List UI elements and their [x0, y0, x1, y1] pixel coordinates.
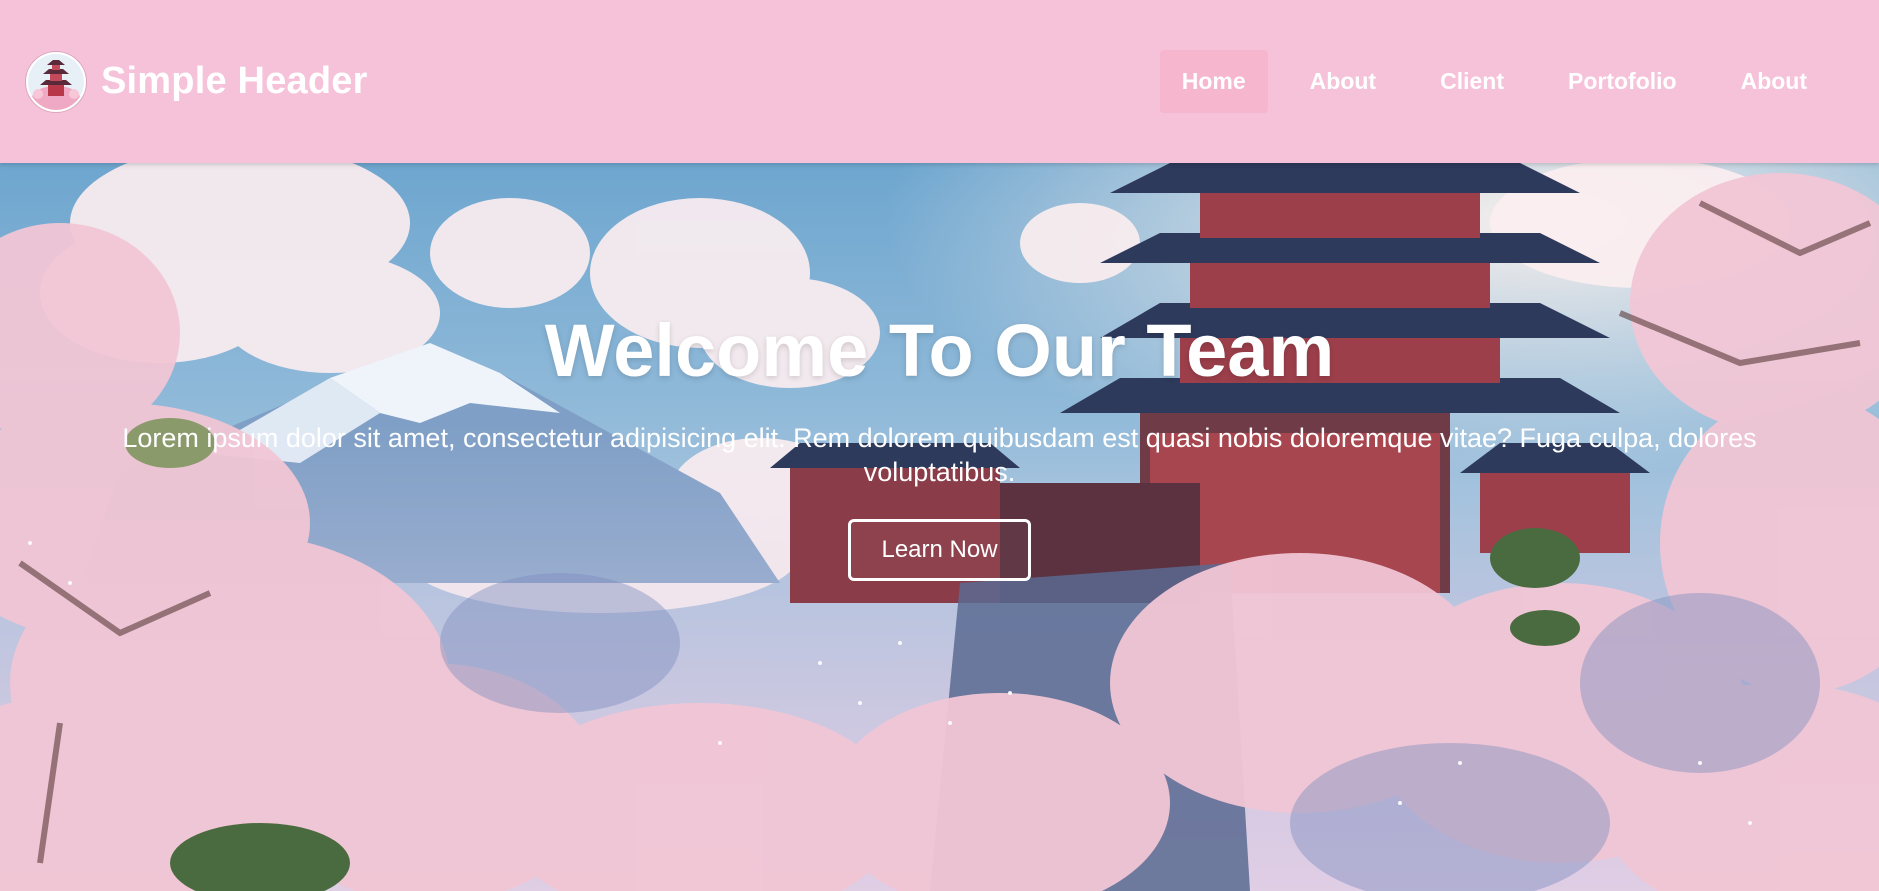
- hero-content: Welcome To Our Team Lorem ipsum dolor si…: [0, 308, 1879, 581]
- brand[interactable]: Simple Header: [26, 51, 368, 112]
- nav-client[interactable]: Client: [1418, 50, 1526, 113]
- hero-description: Lorem ipsum dolor sit amet, consectetur …: [122, 423, 1757, 487]
- hero-section: Welcome To Our Team Lorem ipsum dolor si…: [0, 163, 1879, 891]
- hero-title: Welcome To Our Team: [544, 309, 1335, 392]
- nav-portofolio[interactable]: Portofolio: [1546, 50, 1699, 113]
- main-nav: Home About Client Portofolio About: [1159, 50, 1829, 113]
- nav-about[interactable]: About: [1288, 50, 1398, 113]
- nav-home[interactable]: Home: [1159, 50, 1268, 113]
- site-header: Simple Header Home About Client Portofol…: [0, 0, 1879, 163]
- brand-title[interactable]: Simple Header: [101, 60, 368, 103]
- pagoda-logo-icon[interactable]: [26, 51, 86, 112]
- learn-now-button[interactable]: Learn Now: [848, 519, 1031, 581]
- nav-about-2[interactable]: About: [1719, 50, 1829, 113]
